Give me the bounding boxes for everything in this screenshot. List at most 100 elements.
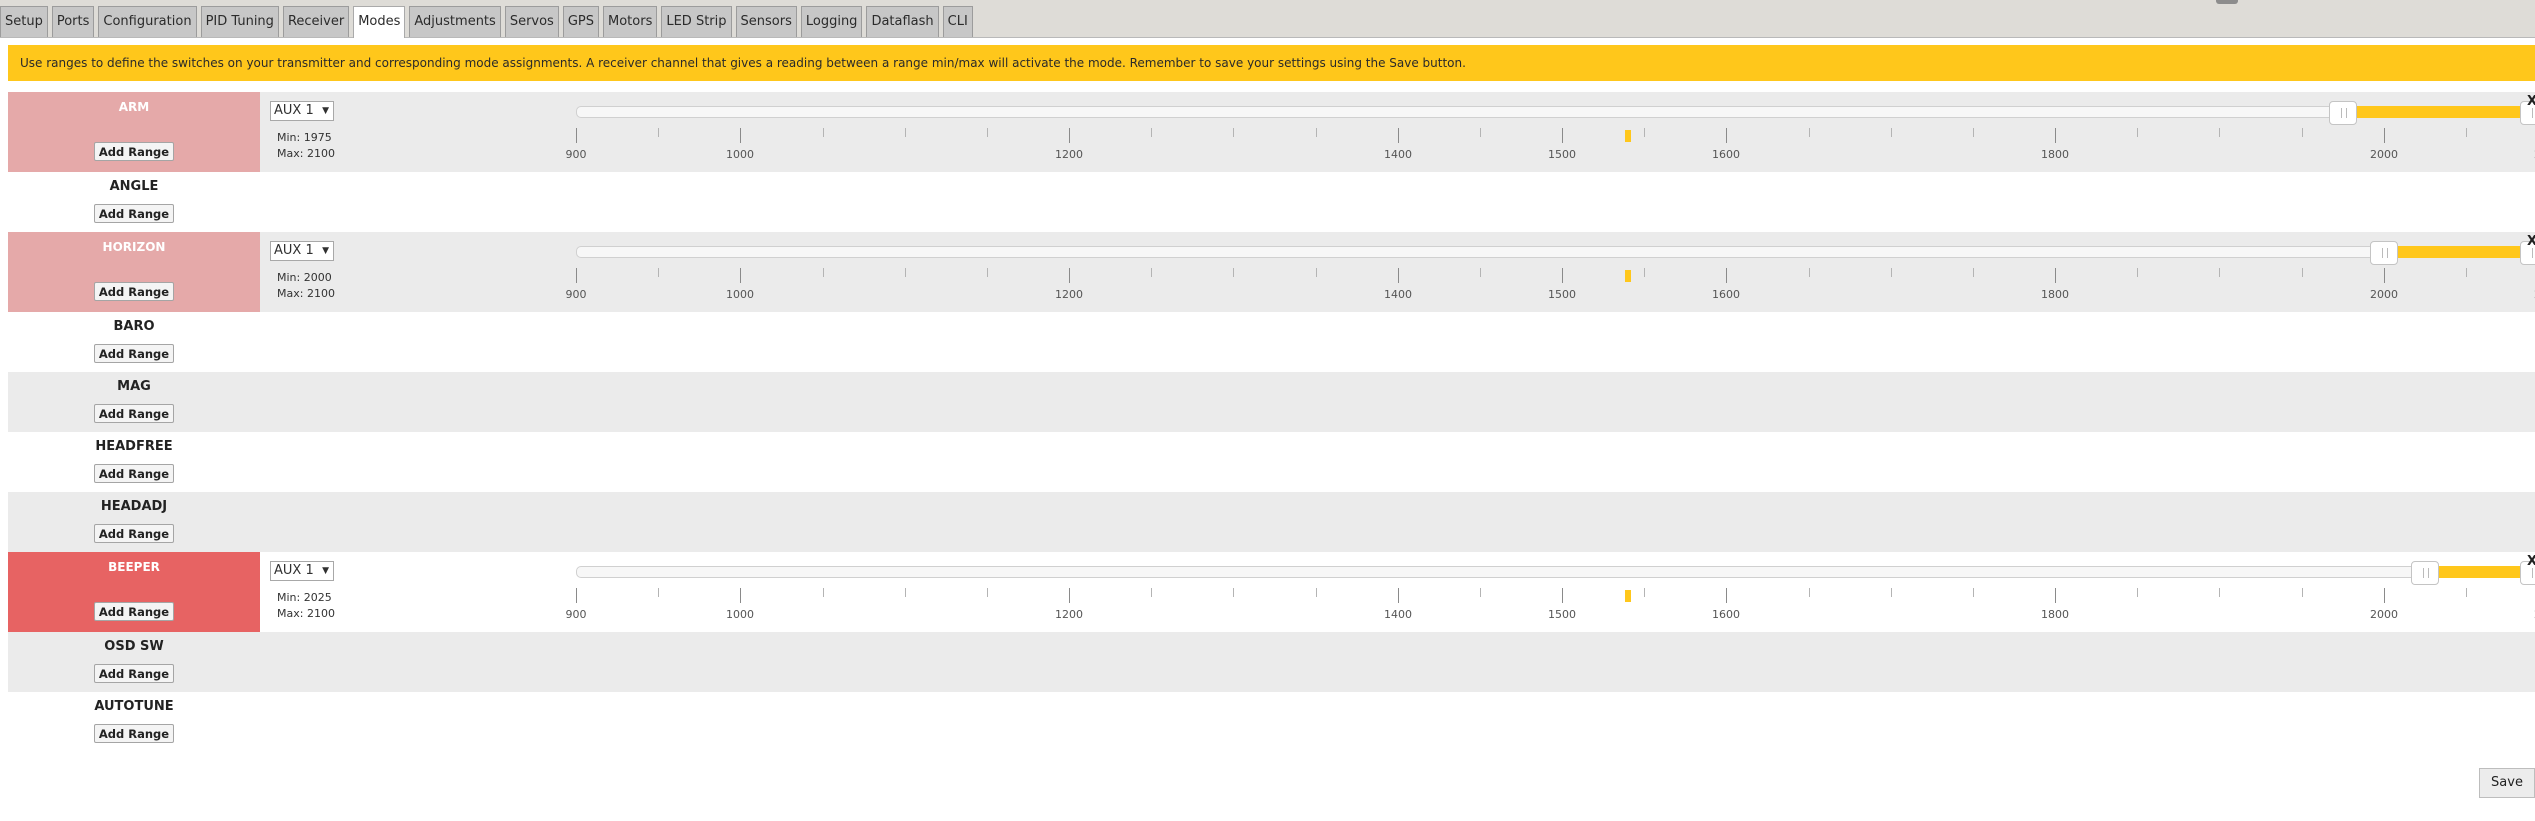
- scale-tick: [2384, 128, 2385, 143]
- range-slider-track[interactable]: [576, 246, 2535, 258]
- scale-tick: [2219, 128, 2220, 137]
- mode-info: ANGLE Add Range: [8, 172, 260, 232]
- tab-setup[interactable]: Setup: [0, 6, 48, 37]
- mode-headadj: HEADADJ Add Range: [8, 492, 2535, 552]
- tab-dataflash[interactable]: Dataflash: [866, 6, 939, 37]
- mode-name: OSD SW: [104, 639, 164, 654]
- scale-tick: [987, 128, 988, 137]
- scale-tick-label: 1400: [1384, 608, 1412, 621]
- scale-tick: [1069, 268, 1070, 283]
- add-range-button[interactable]: Add Range: [93, 724, 175, 743]
- mode-info: HEADFREE Add Range: [8, 432, 260, 492]
- tab-gps[interactable]: GPS: [562, 6, 599, 37]
- mode-info: BARO Add Range: [8, 312, 260, 372]
- tab-list: Setup Ports Configuration PID Tuning Receive…: [0, 6, 977, 38]
- channel-value-marker: [1625, 130, 1631, 142]
- scale-tick: [1644, 588, 1645, 597]
- range-min-handle[interactable]: [2410, 561, 2439, 585]
- channel-select[interactable]: AUX 1 ▼: [270, 101, 334, 121]
- scale-tick: [823, 268, 824, 277]
- add-range-button[interactable]: Add Range: [93, 664, 175, 683]
- tab-modes[interactable]: Modes: [353, 6, 406, 38]
- scale-tick: [1891, 268, 1892, 277]
- scale-tick: [1316, 128, 1317, 137]
- range-slider-track[interactable]: [576, 566, 2535, 578]
- scale-tick-label: 1400: [1384, 148, 1412, 161]
- scale-tick: [658, 268, 659, 277]
- scale-tick: [1644, 128, 1645, 137]
- tab-sensors[interactable]: Sensors: [735, 6, 797, 37]
- scale-tick: [823, 588, 824, 597]
- range-slider-track[interactable]: [576, 106, 2535, 118]
- scale-tick: [1069, 588, 1070, 603]
- range-fill: [2383, 246, 2535, 258]
- tab-logging[interactable]: Logging: [800, 6, 863, 37]
- add-range-button[interactable]: Add Range: [93, 344, 175, 363]
- scale-tick-label: 1000: [726, 148, 754, 161]
- tab-configuration[interactable]: Configuration: [98, 6, 197, 37]
- scale-tick: [1316, 268, 1317, 277]
- remove-range-button[interactable]: X: [2527, 234, 2535, 249]
- tab-pid-tuning[interactable]: PID Tuning: [200, 6, 279, 37]
- range-fill: [2342, 106, 2535, 118]
- mode-info: ARM Add Range: [8, 92, 260, 172]
- tab-adjustments[interactable]: Adjustments: [409, 6, 501, 37]
- mode-osd-sw: OSD SW Add Range: [8, 632, 2535, 692]
- scale-tick: [1644, 268, 1645, 277]
- save-button[interactable]: Save: [2479, 768, 2535, 798]
- mode-info: MAG Add Range: [8, 372, 260, 432]
- scale-tick: [740, 588, 741, 603]
- add-range-button[interactable]: Add Range: [93, 282, 175, 301]
- remove-range-button[interactable]: X: [2527, 94, 2535, 109]
- scale-tick: [740, 268, 741, 283]
- scale-tick: [1562, 588, 1563, 603]
- tab-receiver[interactable]: Receiver: [282, 6, 350, 37]
- scale-tick: [1480, 128, 1481, 137]
- scale-tick: [2137, 588, 2138, 597]
- scale-tick-label: 1500: [1548, 148, 1576, 161]
- scale-tick-label: 1600: [1712, 148, 1740, 161]
- tab-cli[interactable]: CLI: [942, 6, 973, 37]
- mode-info: BEEPER Add Range: [8, 552, 260, 632]
- add-range-button[interactable]: Add Range: [93, 404, 175, 423]
- mode-name: HEADFREE: [95, 439, 173, 454]
- scale-tick: [2302, 128, 2303, 137]
- scale-tick-label: 1500: [1548, 288, 1576, 301]
- scale-tick: [2055, 128, 2056, 143]
- range-max-text: Max: 2100: [277, 147, 335, 160]
- mode-arm: ARM Add Range AUX 1 ▼ Min: 1975 Max: 2100 X 900…: [8, 92, 2535, 172]
- modes-list: ARM Add Range AUX 1 ▼ Min: 1975 Max: 2100 X 900…: [8, 92, 2535, 752]
- remove-range-button[interactable]: X: [2527, 554, 2535, 569]
- add-range-button[interactable]: Add Range: [93, 142, 175, 161]
- scale-tick: [2219, 268, 2220, 277]
- mode-name: MAG: [117, 379, 151, 394]
- scale-tick: [1069, 128, 1070, 143]
- tab-ports[interactable]: Ports: [51, 6, 95, 37]
- scale-tick: [1562, 128, 1563, 143]
- scroll-indicator[interactable]: [2216, 0, 2238, 4]
- mode-name: ANGLE: [109, 179, 159, 194]
- scale-tick: [658, 128, 659, 137]
- mode-name: BARO: [113, 319, 155, 334]
- tab-led-strip[interactable]: LED Strip: [661, 6, 732, 37]
- scale-tick-label: 1200: [1055, 288, 1083, 301]
- mode-name: BEEPER: [108, 560, 160, 574]
- scale-tick: [2466, 268, 2467, 277]
- range-min-handle[interactable]: [2369, 241, 2398, 265]
- add-range-button[interactable]: Add Range: [93, 602, 175, 621]
- scale-tick-label: 1200: [1055, 608, 1083, 621]
- channel-select[interactable]: AUX 1 ▼: [270, 241, 334, 261]
- add-range-button[interactable]: Add Range: [93, 204, 175, 223]
- channel-select[interactable]: AUX 1 ▼: [270, 561, 334, 581]
- tab-motors[interactable]: Motors: [603, 6, 658, 37]
- scale-tick: [1891, 128, 1892, 137]
- range-row: AUX 1 ▼ Min: 2025 Max: 2100 X 900 1000 1200 1400…: [268, 552, 2535, 632]
- range-min-max: Min: 2000 Max: 2100: [277, 270, 335, 302]
- range-max-text: Max: 2100: [277, 607, 335, 620]
- add-range-button[interactable]: Add Range: [93, 464, 175, 483]
- add-range-button[interactable]: Add Range: [93, 524, 175, 543]
- scale-tick: [576, 268, 577, 283]
- range-min-handle[interactable]: [2328, 101, 2357, 125]
- tab-servos[interactable]: Servos: [504, 6, 559, 37]
- range-min-max: Min: 2025 Max: 2100: [277, 590, 335, 622]
